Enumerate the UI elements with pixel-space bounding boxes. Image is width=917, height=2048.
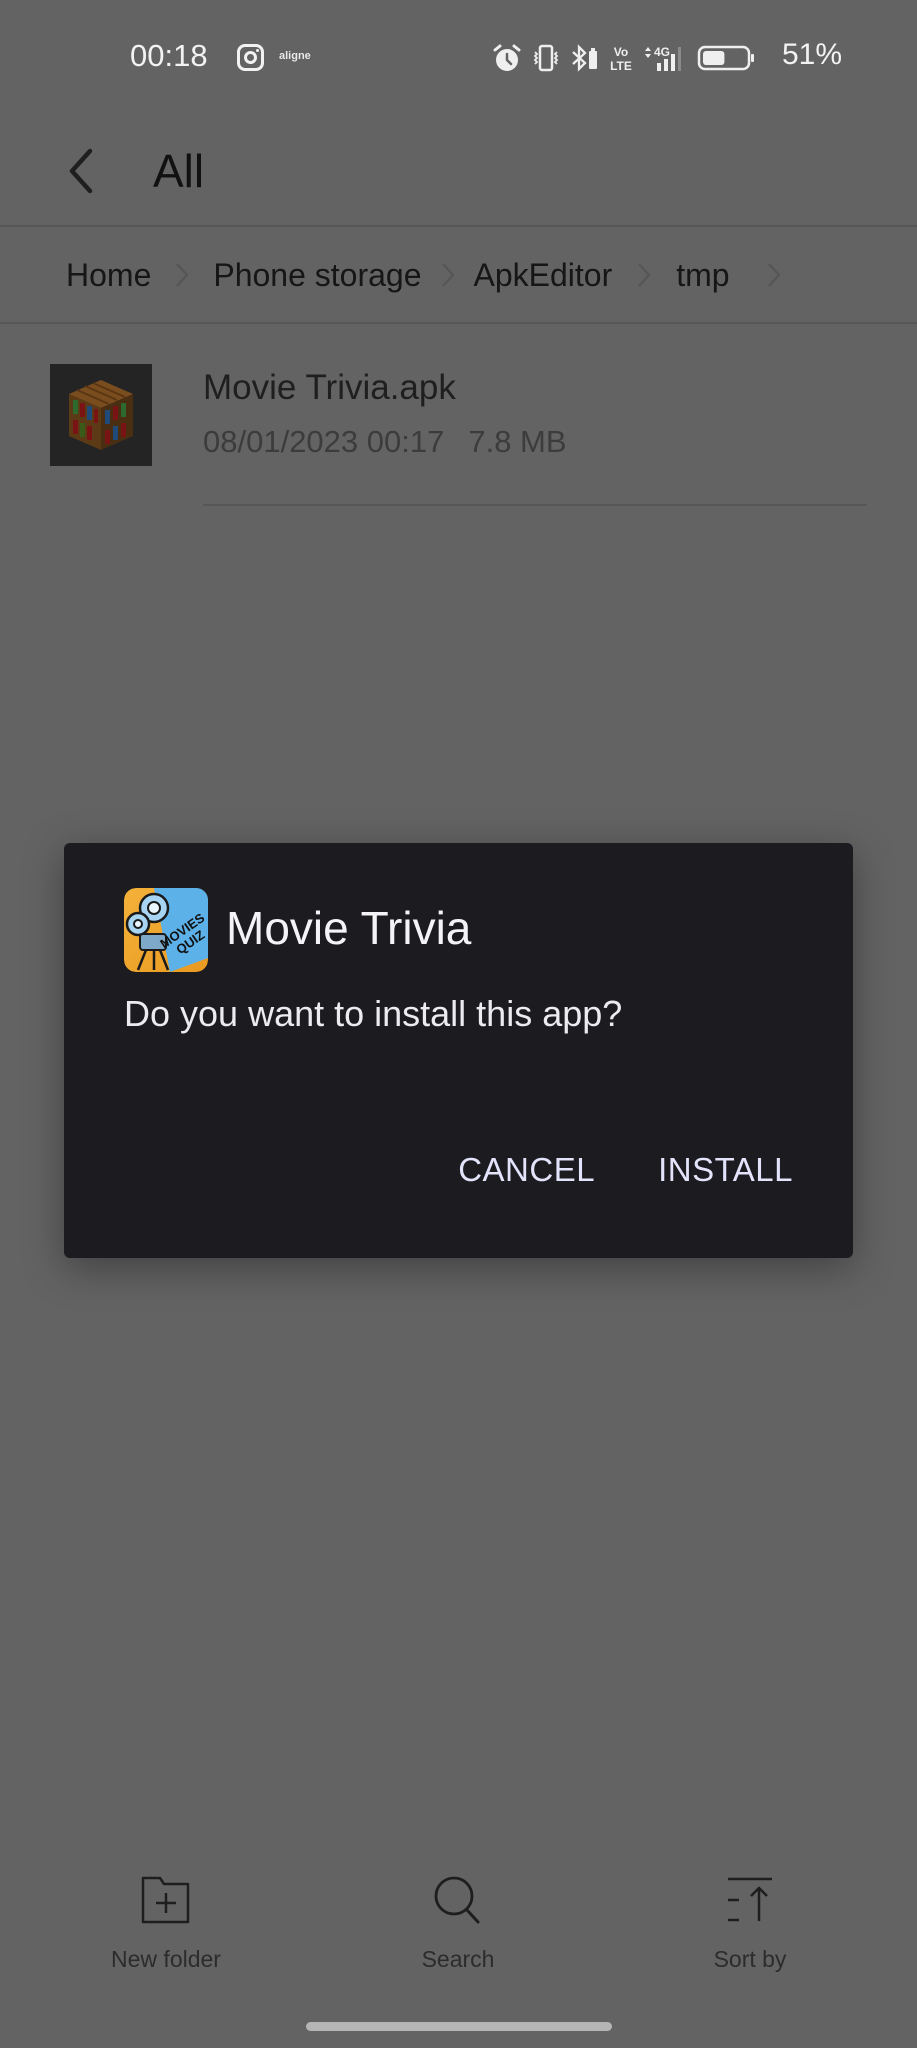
breadcrumb: Home Phone storage ApkEditor tmp <box>0 228 917 322</box>
chevron-right-icon <box>730 262 818 288</box>
chevron-right-icon <box>612 262 676 288</box>
battery-percent: 51% <box>782 38 843 71</box>
bluetooth-battery-icon <box>570 43 600 73</box>
sort-icon <box>725 1870 775 1930</box>
status-icons: Vo LTE 4G <box>492 42 755 74</box>
file-list-item[interactable]: Movie Trivia.apk 08/01/2023 00:17 7.8 MB <box>0 340 917 510</box>
battery-fill <box>703 51 725 65</box>
back-button[interactable] <box>56 136 106 206</box>
new-folder-icon <box>140 1870 192 1930</box>
page-title: All <box>153 145 205 197</box>
dialog-message: Do you want to install this app? <box>124 993 623 1034</box>
install-button[interactable]: INSTALL <box>658 1151 793 1189</box>
4g-signal-icon: 4G <box>642 43 682 73</box>
file-divider <box>203 504 867 506</box>
battery-icon <box>697 43 755 73</box>
new-folder-label: New folder <box>111 1946 221 1972</box>
breadcrumb-tmp[interactable]: tmp <box>676 257 729 294</box>
status-bar: 00:18 aligne Vo LTE 4G 51% <box>0 0 917 116</box>
breadcrumb-divider <box>0 322 917 324</box>
cancel-button[interactable]: CANCEL <box>458 1151 595 1189</box>
install-dialog: MOVIES QUIZ Movie Trivia Do you want to … <box>64 843 853 1258</box>
notification-app-label: aligne <box>279 50 311 62</box>
apk-bookshelf-icon <box>50 364 152 466</box>
sort-by-label: Sort by <box>713 1946 787 1972</box>
volte-top-text: Vo <box>614 45 628 59</box>
breadcrumb-phone-storage[interactable]: Phone storage <box>213 257 421 294</box>
breadcrumb-home[interactable]: Home <box>66 257 151 294</box>
chevron-right-icon <box>151 262 213 288</box>
file-name: Movie Trivia.apk <box>203 368 456 407</box>
status-time: 00:18 <box>130 38 208 73</box>
chevron-right-icon <box>422 262 474 288</box>
bottom-toolbar: New folder Search Sort by <box>0 1870 917 1980</box>
file-size: 7.8 MB <box>468 424 567 459</box>
movies-quiz-icon: MOVIES QUIZ <box>124 888 208 972</box>
home-indicator[interactable] <box>306 2022 612 2031</box>
file-meta: 08/01/2023 00:17 7.8 MB <box>203 424 567 460</box>
header-divider <box>0 225 917 227</box>
dialog-actions: CANCEL INSTALL <box>458 1151 793 1189</box>
sort-by-button[interactable]: Sort by <box>650 1870 850 1980</box>
breadcrumb-apkeditor[interactable]: ApkEditor <box>474 257 613 294</box>
dialog-title: Movie Trivia <box>226 902 472 954</box>
network-type-text: 4G <box>654 45 670 59</box>
vibrate-icon <box>531 43 561 73</box>
new-folder-button[interactable]: New folder <box>66 1870 266 1980</box>
app-header: All <box>0 116 917 226</box>
search-button[interactable]: Search <box>358 1870 558 1980</box>
file-date: 08/01/2023 00:17 <box>203 424 445 459</box>
volte-icon: Vo LTE <box>609 43 633 73</box>
search-icon <box>432 1870 484 1930</box>
alarm-icon <box>492 43 522 73</box>
volte-bottom-text: LTE <box>610 59 632 73</box>
search-label: Search <box>421 1946 495 1972</box>
instagram-notification-icon <box>237 44 264 71</box>
chevron-left-icon <box>69 148 93 194</box>
